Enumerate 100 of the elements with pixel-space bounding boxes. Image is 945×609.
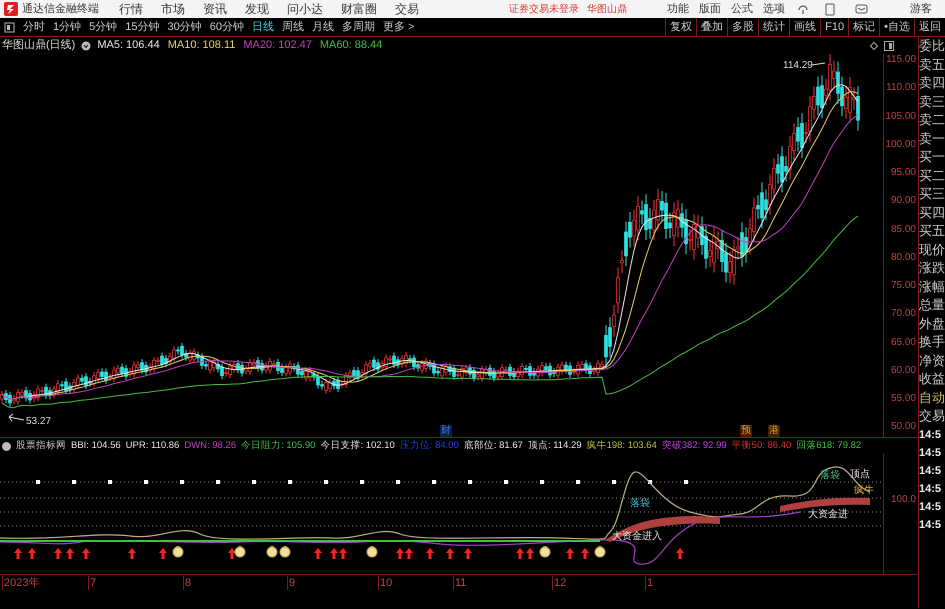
price-label: 50.00 [890,421,916,434]
price-label: 85.00 [890,224,916,236]
quote-label: 卖四 [919,74,945,92]
square-marker [468,480,472,484]
trade-label[interactable]: 交易 [919,407,945,426]
toolbar-button[interactable]: 复权 [665,18,696,36]
square-marker [288,480,292,484]
period-tab[interactable]: 60分钟 [210,18,244,36]
quote-label: 买一 [919,148,945,166]
date-label: 11 [453,576,466,590]
settings-icon[interactable] [2,442,11,450]
square-marker [108,480,112,484]
ma-value: MA10: 108.11 [168,38,236,54]
indicator-value: 疯牛198: 103.64 [586,438,657,453]
phone-icon[interactable] [825,2,835,16]
date-label: 7 [88,576,96,590]
money-bag-icon [280,546,290,558]
user-label[interactable]: 游客 [910,0,932,18]
square-marker [396,480,400,484]
app-title: 通达信金融终端 [22,2,100,17]
square-marker [36,480,40,484]
square-marker [540,480,544,484]
quote-label: 卖五 [919,56,945,74]
menu-item[interactable]: 发现 [245,0,269,18]
signal-label: 落袋 [630,498,650,509]
toolbar-button[interactable]: 统计 [758,18,790,36]
period-tab[interactable]: 周线 [282,18,304,36]
period-tab[interactable]: 月线 [312,18,334,36]
event-marker[interactable]: 港 [768,425,780,437]
menu-item[interactable]: 功能 [667,0,689,18]
time-label: 14:5 [919,428,942,442]
auto-label[interactable]: 自动 [919,388,945,407]
menu-item[interactable]: 行情 [119,0,143,18]
toolbar-button[interactable]: 叠加 [696,18,728,36]
date-label: 9 [287,576,296,590]
toolbar-button[interactable]: F10 [820,18,848,36]
up-arrow-icon [28,548,36,559]
indicator-value: 底部位: 81.67 [464,438,523,453]
menu-item[interactable]: 市场 [161,0,185,18]
period-tab[interactable]: 1分钟 [53,18,82,36]
up-arrow-icon [14,548,22,559]
period-tab[interactable]: 30分钟 [168,18,202,36]
headset-icon[interactable] [797,3,809,15]
status-notice: 证券交易未登录 [509,2,579,16]
date-label: 12 [552,576,566,590]
menu-item[interactable]: 交易 [395,0,419,18]
quote-label: 买四 [919,204,945,222]
toolbar-button[interactable]: 标记 [848,18,880,36]
mail-icon[interactable] [855,4,868,14]
menu-item[interactable]: 财富圈 [341,0,377,18]
period-tab[interactable]: 日线 [252,18,274,36]
period-tab[interactable]: 更多 > [383,18,414,36]
toolbar-button[interactable]: 返回 [914,18,945,36]
price-label: 95.00 [890,167,916,179]
money-bag-icon [594,546,606,558]
square-marker [432,480,436,484]
high-price-label: 114.29 [783,60,813,71]
up-arrow-icon [464,548,472,559]
up-arrow-icon [526,548,534,559]
period-tab[interactable]: 分时 [23,18,45,36]
toolbar-button[interactable]: 画线 [789,18,820,36]
period-tab[interactable]: 15分钟 [125,18,160,36]
toolbar-button[interactable]: •自选 [879,18,914,36]
period-tab[interactable]: 5分钟 [89,18,118,36]
menu-item[interactable]: 公式 [731,0,753,18]
money-bag-icon [540,546,550,558]
settings-icon[interactable] [81,40,92,50]
quote-label: 收益 [919,370,945,388]
square-marker [144,480,148,484]
event-marker[interactable]: 预 [740,425,752,437]
menu-item[interactable]: 选项 [763,0,785,18]
price-label: 105.00 [885,110,916,122]
low-price-label: 53.27 [26,416,52,427]
menu-item[interactable]: 资讯 [203,0,227,18]
signal-label: 大资金进 [808,509,848,520]
menu-item[interactable]: 问小达 [287,0,323,18]
indicator-value: 突破382: 92.99 [662,438,727,453]
square-marker [216,480,220,484]
arrow-icon [8,414,24,422]
time-label: 14:5 [919,500,942,514]
quote-label: 委比 [919,37,945,55]
indicator-value: 平衡50: 86.40 [732,438,792,453]
square-marker [504,480,508,484]
square-icon[interactable] [4,22,15,32]
price-label: 65.00 [890,336,916,348]
diamond-icon[interactable] [870,42,878,50]
date-label: 2023年 [2,576,40,590]
indicator-name: 股票指标网 [16,438,66,453]
price-label: 55.00 [890,393,916,405]
toolbar-button[interactable]: 多股 [727,18,758,36]
money-bag-icon [266,546,278,558]
leader-line [812,62,826,66]
panel-toggle-icon[interactable] [884,40,894,50]
menu-item[interactable]: 版面 [699,0,721,18]
period-tab[interactable]: 多周期 [342,18,375,36]
signal-label: 顶点 [850,469,870,480]
price-label: 80.00 [890,252,916,264]
event-marker[interactable]: 财 [440,425,452,437]
price-label: 110.00 [886,82,916,94]
up-arrow-icon [66,548,74,559]
